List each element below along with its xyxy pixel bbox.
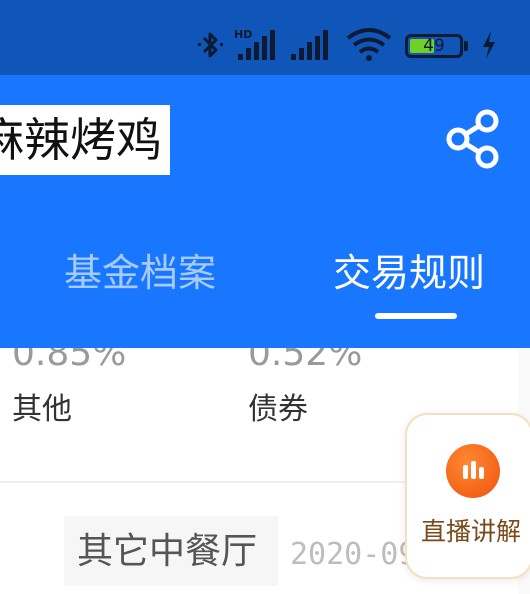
title-box: 麻辣烤鸡 [0, 105, 170, 175]
live-explain-button[interactable]: 直播讲解 [405, 413, 530, 579]
signal-icon [238, 30, 275, 60]
live-explain-label: 直播讲解 [421, 517, 522, 546]
holding-name: 其它中餐厅 [77, 531, 258, 572]
bluetooth-icon [198, 32, 223, 58]
tab-active-indicator [375, 313, 457, 319]
battery-cap [464, 41, 468, 51]
signal-icon [291, 30, 328, 60]
allocation-value-bond: 0.52% [248, 348, 363, 374]
header: 麻辣烤鸡 基金档案 交易规则 [0, 75, 530, 348]
share-icon[interactable] [444, 108, 502, 170]
status-bar: HD 49 [0, 0, 530, 75]
allocation-label-bond: 债券 [248, 392, 308, 427]
live-bars-glyph [463, 461, 484, 479]
live-bars-icon [446, 444, 500, 498]
allocation-label-other: 其他 [12, 392, 72, 427]
tab-trading-rules[interactable]: 交易规则 [333, 250, 485, 296]
charging-icon [483, 31, 495, 59]
page-title: 麻辣烤鸡 [0, 113, 162, 167]
wifi-icon [346, 28, 392, 61]
battery-level: 49 [423, 36, 445, 56]
allocation-value-other: 0.85% [12, 348, 127, 374]
tab-fund-profile[interactable]: 基金档案 [64, 250, 216, 296]
